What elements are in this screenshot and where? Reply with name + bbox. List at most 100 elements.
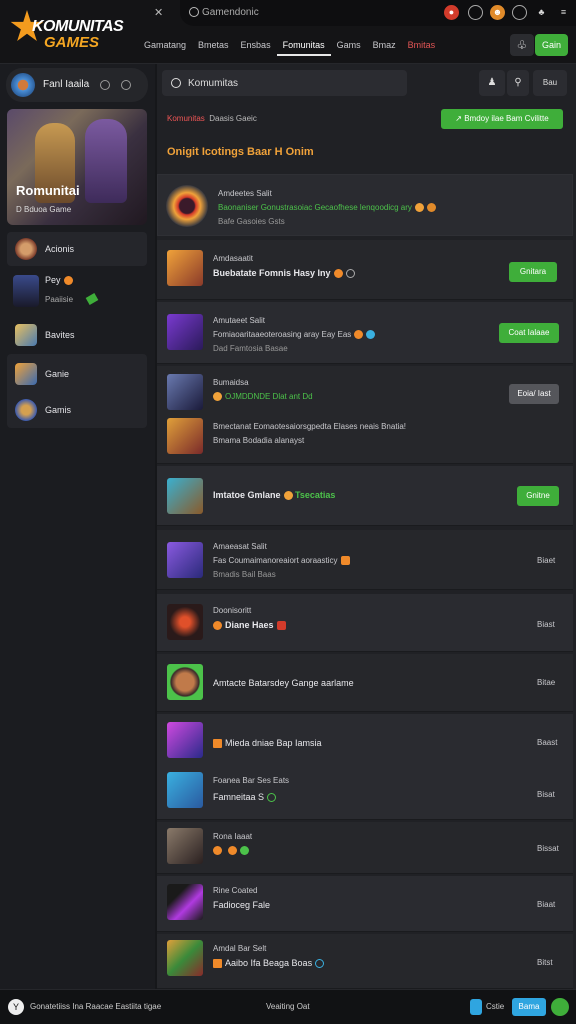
item-meta: Dad Famtosia Basae	[213, 344, 288, 353]
item-title: Imtatoe Gmlane Tsecatias	[213, 490, 336, 501]
featured-post[interactable]: Amdeetes Salit Baonaniser Gonustrasoiac …	[157, 174, 573, 236]
nav-item[interactable]: Bmetas	[192, 38, 235, 56]
post-line: Baonaniser Gonustrasoiac Gecaofhese lenq…	[218, 203, 436, 213]
main-panel: Komumitas ♟ ⚲ Bau Komunitas Daasis Gaeic…	[157, 64, 576, 989]
post-title: Amdeetes Salit	[218, 189, 272, 198]
sidebar-item-label: Pey	[45, 275, 73, 286]
game-thumbnail	[167, 664, 203, 700]
game-thumbnail	[167, 374, 203, 410]
avatar[interactable]	[11, 73, 35, 97]
sidebar-item-label: Acionis	[45, 244, 75, 254]
menu-icon[interactable]: ≡	[556, 5, 571, 20]
game-thumbnail	[167, 314, 203, 350]
item-icons	[213, 846, 249, 856]
globe-icon[interactable]	[512, 5, 527, 20]
footer-button[interactable]: Bama	[512, 998, 546, 1016]
avatar-icon[interactable]: ☻	[490, 5, 505, 20]
item-line: Aaibo Ifa Beaga Boas	[213, 958, 325, 969]
clock-icon[interactable]	[468, 5, 483, 20]
game-icon	[15, 399, 37, 421]
gift-icon[interactable]: ♣	[534, 5, 549, 20]
sidebar-item-gamis[interactable]: Gamis	[7, 394, 147, 426]
game-thumbnail	[167, 418, 203, 454]
footer-status: Veaiting Oat	[266, 1002, 310, 1011]
sidebar-item-label: Bavites	[45, 330, 75, 340]
game-thumbnail	[167, 542, 203, 578]
item-action-button[interactable]: Gnitara	[509, 262, 557, 282]
breadcrumb-rest[interactable]: Daasis Gaeic	[209, 114, 257, 123]
list-item[interactable]: Imtatoe Gmlane Tsecatias Gnitne	[157, 466, 573, 526]
footer-right-label[interactable]: Cstie	[486, 1002, 504, 1011]
banner-title: Romunitai	[16, 183, 80, 198]
item-title: Bumaidsa	[213, 378, 249, 387]
chat-bubble-icon[interactable]	[551, 998, 569, 1016]
app-icon[interactable]: Y	[8, 999, 24, 1015]
item-action-button[interactable]: Eoia/ Iast	[509, 384, 559, 404]
item-title: Doonisoritt	[213, 606, 252, 615]
item-action-button[interactable]: Gnitne	[517, 486, 559, 506]
featured-avatar	[166, 185, 208, 227]
breadcrumb-current[interactable]: Komunitas	[167, 114, 205, 123]
close-icon[interactable]: ✕	[154, 6, 163, 19]
item-action-button[interactable]: Coat Ialaae	[499, 323, 559, 343]
list-item[interactable]: Amdal Bar Selt Aaibo Ifa Beaga Boas Bits…	[157, 934, 573, 989]
follow-button[interactable]: ↗ Bmdoy ilae Bam Cvilitte	[441, 109, 563, 129]
sidebar-item-pey[interactable]: Pey Paaiisie	[7, 269, 147, 313]
item-subline: Famneitaa S	[213, 792, 277, 803]
item-count: Bitst	[537, 958, 553, 967]
join-button[interactable]: Gain	[535, 34, 568, 56]
sidebar-item-bavites[interactable]: Bavites	[7, 318, 147, 352]
handshake-icon: ♧	[516, 38, 528, 52]
item-count: Bisat	[537, 790, 555, 799]
game-thumbnail	[167, 722, 203, 758]
users-button[interactable]: ♟	[479, 70, 505, 96]
nav-item-live[interactable]: Bmitas	[402, 38, 442, 56]
handshake-button[interactable]: ♧	[510, 34, 534, 56]
logo-text-line2: GAMES	[44, 34, 100, 51]
main-nav: Gamatang Bmetas Ensbas Fomunitas Gams Bm…	[138, 38, 441, 56]
list-item[interactable]: Bumaidsa OJMDDNDE Dlat ant Dd Eoia/ Iast…	[157, 366, 573, 464]
site-logo[interactable]: KOMUNITAS GAMES	[10, 8, 130, 54]
sidebar-item-acionis[interactable]: Acionis	[7, 232, 147, 266]
magnifier-icon: ⚲	[514, 77, 522, 88]
item-line: Fas Coumaimanoreaiort aoraasticy	[213, 556, 350, 566]
list-item[interactable]: Amaeasat Salit Fas Coumaimanoreaiort aor…	[157, 530, 573, 590]
search-button-icon[interactable]: ⚲	[507, 70, 529, 96]
nav-item[interactable]: Gams	[331, 38, 367, 56]
footer-links[interactable]: Gonatetiiss Ina Raacae Eastiita tigae	[30, 1002, 161, 1011]
list-item[interactable]: Mieda dniae Bap Iamsia Baast Foanea Bar …	[157, 714, 573, 820]
item-line: Fadioceg Fale	[213, 900, 271, 910]
nav-item[interactable]: Gamatang	[138, 38, 192, 56]
settings-icon[interactable]	[100, 80, 110, 90]
item-title: Amdal Bar Selt	[213, 944, 267, 953]
item-title: Rine Coated	[213, 886, 258, 895]
top-search-bar[interactable]: Gamendonic ● ☻ ♣ ≡	[180, 0, 576, 26]
list-item[interactable]: Amtacte Batarsdey Gange aarlame Bitae	[157, 654, 573, 712]
nav-item-active[interactable]: Fomunitas	[276, 38, 331, 56]
notification-icon[interactable]: ●	[444, 5, 459, 20]
top-search-text: Gamendonic	[202, 7, 259, 18]
banner-subtitle: D Bduoa Game	[16, 205, 72, 214]
game-thumbnail	[167, 250, 203, 286]
item-line: Fomiaoaritaaeoteroasing aray Eay Eas	[213, 330, 376, 340]
item-count: Biast	[537, 620, 555, 629]
game-thumbnail	[167, 884, 203, 920]
sidebar: Fanl Iaaila Romunitai D Bduoa Game Acion…	[0, 64, 155, 989]
nav-item[interactable]: Bmaz	[367, 38, 402, 56]
list-item[interactable]: Rine Coated Fadioceg Fale Biaat	[157, 876, 573, 932]
eye-icon[interactable]	[121, 80, 131, 90]
game-icon	[15, 238, 37, 260]
profile-pill[interactable]: Fanl Iaaila	[6, 68, 148, 102]
list-item[interactable]: Amutaeet Salit Fomiaoaritaaeoteroasing a…	[157, 302, 573, 364]
featured-game-banner[interactable]: Romunitai D Bduoa Game	[7, 109, 147, 225]
item-line: OJMDDNDE Dlat ant Dd	[213, 392, 313, 402]
search-input[interactable]: Komumitas	[162, 70, 407, 96]
list-item[interactable]: Amdasaatit Buebatate Fomnis Hasy Iny Gni…	[157, 240, 573, 300]
search-button[interactable]: Bau	[533, 70, 567, 96]
sidebar-item-ganie[interactable]: Ganie	[7, 358, 147, 390]
nav-item[interactable]: Ensbas	[235, 38, 277, 56]
list-item[interactable]: Doonisoritt Diane Haes Biast	[157, 594, 573, 652]
chat-app-icon[interactable]	[470, 999, 482, 1015]
top-bar: KOMUNITAS GAMES ✕ Gamendonic ● ☻ ♣ ≡ Gam…	[0, 0, 576, 64]
list-item[interactable]: Rona Iaaat Bissat	[157, 822, 573, 874]
